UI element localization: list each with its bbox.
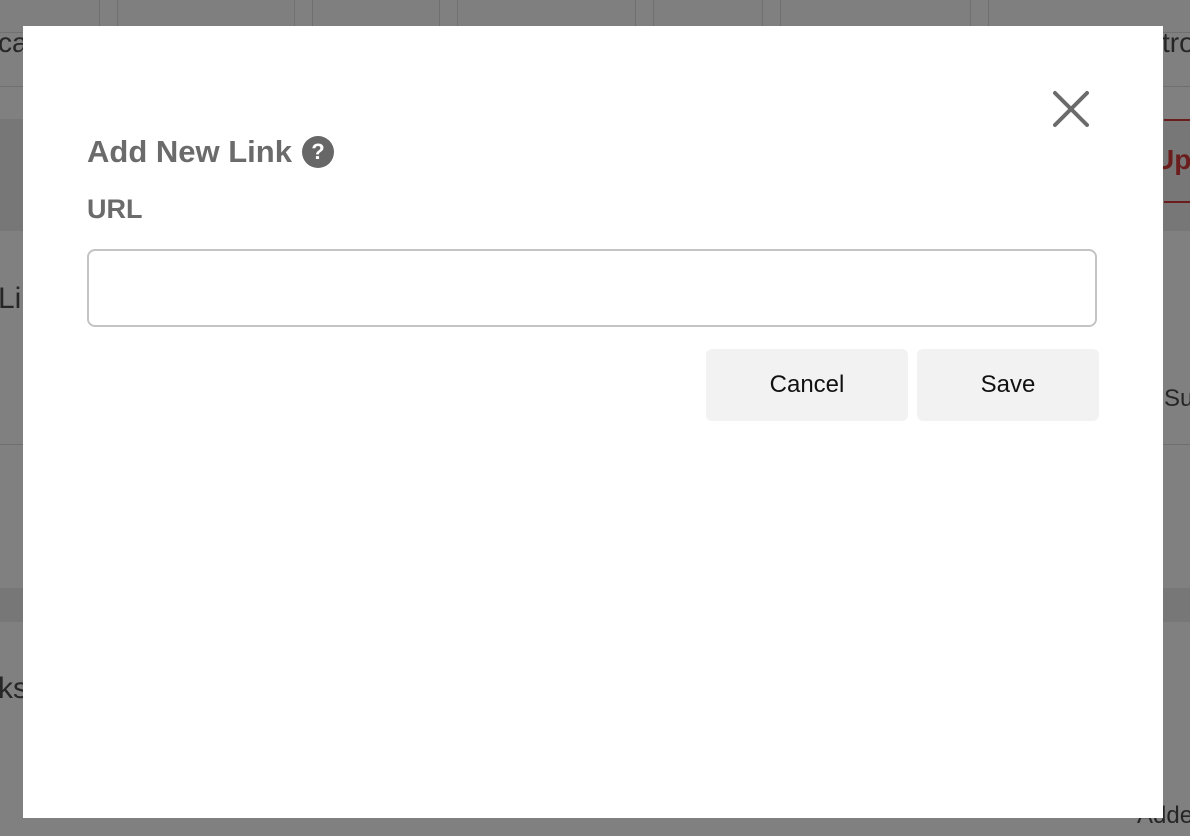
cancel-button[interactable]: Cancel <box>706 349 908 421</box>
url-label: URL <box>87 194 143 224</box>
background-text: Su <box>1164 385 1190 412</box>
help-glyph: ? <box>311 139 325 164</box>
background-text: tro <box>1162 27 1190 58</box>
dialog-header: Add New Link ? <box>87 132 334 172</box>
background-text: Li <box>0 282 22 315</box>
save-button[interactable]: Save <box>917 349 1099 421</box>
url-input[interactable] <box>87 249 1097 327</box>
add-link-dialog: Add New Link ? URL Cancel Save <box>23 26 1163 818</box>
close-icon <box>1053 91 1089 127</box>
question-circle-icon[interactable]: ? <box>301 136 334 168</box>
dialog-title: Add New Link <box>87 134 292 169</box>
close-button[interactable] <box>1051 89 1091 129</box>
